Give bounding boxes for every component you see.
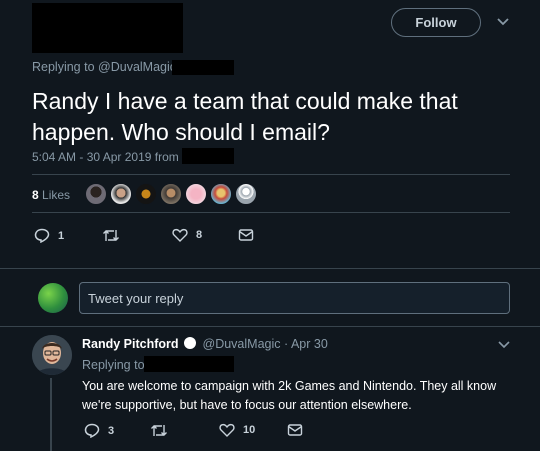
avatar-6[interactable] [210, 183, 232, 205]
envelope-icon [287, 424, 303, 436]
retweet-icon [103, 230, 119, 241]
replying-to-line: Replying to @DuvalMagic [32, 60, 176, 74]
reply-replying-to: Replying to [82, 358, 145, 372]
tweet-text: Randy I have a team that could make that… [32, 88, 458, 145]
retweet-action[interactable] [102, 228, 128, 243]
redacted-source [182, 148, 234, 164]
tweet-timestamp[interactable]: 5:04 AM - 30 Apr 2019 from [32, 150, 179, 164]
chevron-down-icon[interactable] [495, 15, 511, 29]
reply-author-avatar[interactable] [32, 335, 72, 375]
reply-action[interactable]: 1 [34, 228, 64, 243]
avatar-1[interactable] [85, 183, 107, 205]
avatar-5[interactable] [185, 183, 207, 205]
divider-composer [0, 326, 540, 327]
reply-message-action[interactable] [287, 423, 303, 437]
redacted-handle [172, 60, 234, 75]
reply-reply-count: 3 [108, 424, 115, 437]
like-action[interactable]: 8 [172, 228, 202, 242]
reply-composer-input[interactable]: Tweet your reply [79, 282, 510, 314]
reply-dot: · [284, 337, 289, 351]
reply-header: Randy Pitchford @DuvalMagic · Apr 30 [82, 337, 328, 351]
reply-like-action[interactable]: 10 [219, 423, 255, 437]
reply-like-count: 10 [243, 424, 256, 436]
reply-icon [84, 423, 100, 438]
likes-count: 8 [32, 188, 39, 202]
reply-author-name[interactable]: Randy Pitchford [82, 337, 179, 351]
redacted-header [32, 3, 183, 53]
likes-label: Likes [42, 188, 71, 202]
thread-line [50, 378, 52, 451]
divider-bottom [32, 212, 510, 213]
avatar-4[interactable] [160, 183, 182, 205]
like-count: 8 [196, 229, 203, 241]
heart-icon [172, 228, 188, 242]
verified-badge-icon [184, 337, 197, 349]
avatar-3[interactable] [135, 183, 157, 205]
follow-button[interactable]: Follow [391, 8, 481, 37]
current-user-avatar [38, 283, 68, 313]
reply-retweet-action[interactable] [150, 423, 168, 438]
likes-summary[interactable]: 8 Likes [32, 188, 70, 202]
section-divider [0, 268, 540, 269]
replying-handle-link[interactable]: @DuvalMagic [98, 60, 176, 74]
avatar-7[interactable] [235, 183, 257, 205]
envelope-icon [238, 229, 254, 241]
reply-author-handle[interactable]: @DuvalMagic [203, 337, 281, 351]
chevron-down-icon[interactable] [497, 339, 511, 351]
reply-count: 1 [58, 229, 65, 242]
avatar-2[interactable] [110, 183, 132, 205]
heart-icon [219, 423, 235, 437]
reply-text: You are welcome to campaign with 2k Game… [82, 379, 497, 412]
liker-avatars [85, 183, 260, 205]
retweet-icon [151, 425, 167, 436]
reply-date[interactable]: Apr 30 [291, 337, 328, 351]
reply-icon [34, 228, 50, 243]
message-action[interactable] [238, 228, 254, 242]
divider-top [32, 174, 510, 175]
replying-prefix: Replying to [32, 60, 95, 74]
redacted-reply-handle [144, 356, 234, 372]
reply-reply-action[interactable]: 3 [84, 423, 114, 438]
